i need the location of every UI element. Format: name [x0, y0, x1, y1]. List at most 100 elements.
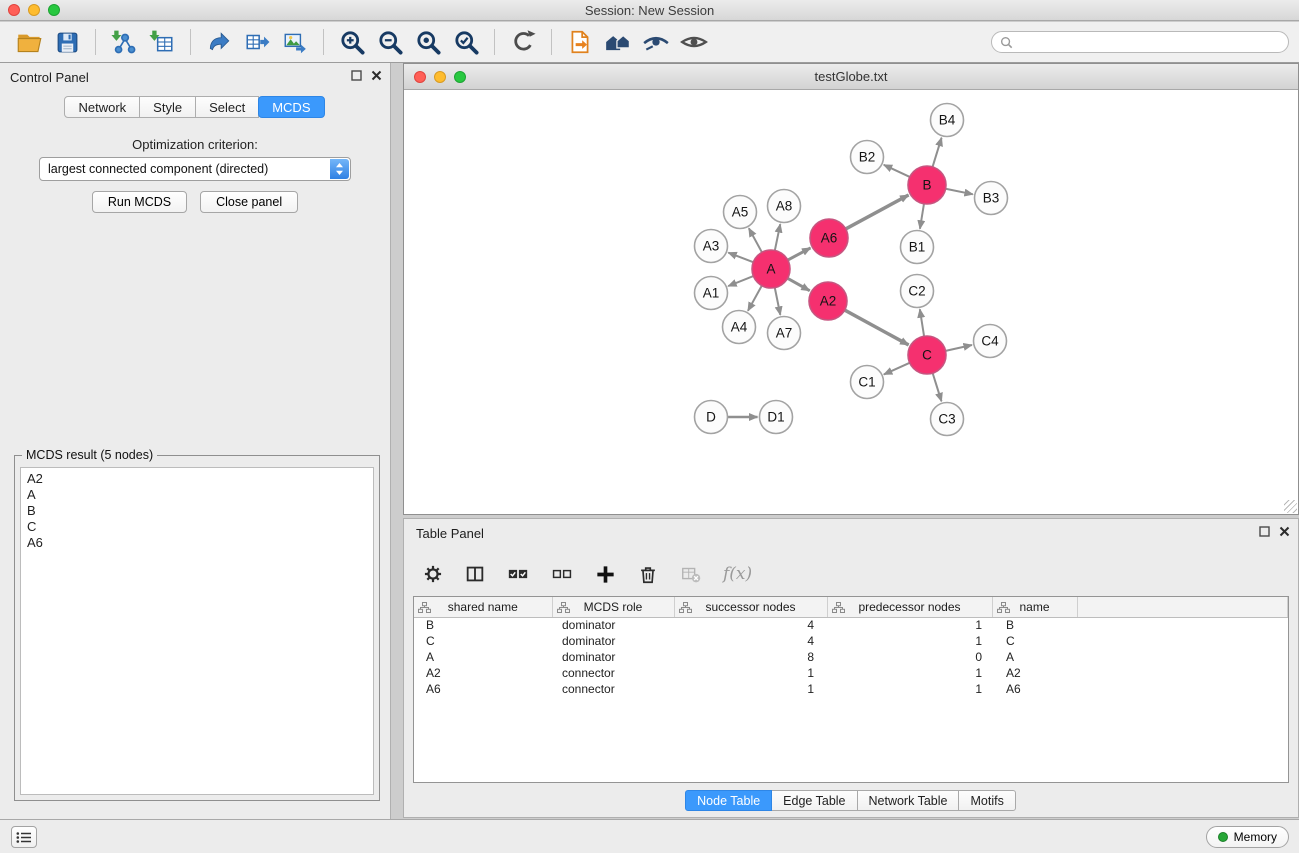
network-canvas[interactable]: B4B2BB3A5A8A6B1A3AC2A1A2A4A7C4CC1C3DD1 — [404, 90, 1298, 514]
table-settings-button[interactable] — [422, 563, 444, 585]
run-mcds-button[interactable]: Run MCDS — [92, 191, 187, 213]
graph-edge-A-A6[interactable] — [788, 248, 811, 260]
column-header-name[interactable]: name — [992, 597, 1077, 617]
tab-network[interactable]: Network — [64, 96, 140, 118]
graph-edge-C-C2[interactable] — [920, 309, 924, 336]
mcds-result-item[interactable]: B — [21, 503, 373, 519]
create-column-button[interactable] — [594, 563, 617, 586]
show-graphics-button[interactable] — [678, 26, 710, 58]
close-panel-button[interactable]: Close panel — [200, 191, 298, 213]
table-cell[interactable]: dominator — [552, 617, 674, 633]
table-cell[interactable]: 1 — [674, 681, 827, 697]
import-network-button[interactable] — [108, 26, 140, 58]
table-cell[interactable]: A6 — [992, 681, 1077, 697]
table-cell[interactable]: 0 — [827, 649, 992, 665]
zoom-fit-button[interactable] — [412, 26, 444, 58]
export-network-button[interactable] — [203, 26, 235, 58]
maximize-window-button[interactable] — [48, 4, 60, 16]
table-row[interactable]: Adominator80A — [414, 649, 1288, 665]
mcds-result-item[interactable]: C — [21, 519, 373, 535]
open-session-file-button[interactable] — [564, 26, 596, 58]
float-panel-button[interactable] — [351, 70, 362, 81]
table-cell[interactable]: 1 — [827, 665, 992, 681]
mcds-result-item[interactable]: A — [21, 487, 373, 503]
table-row[interactable]: A6connector11A6 — [414, 681, 1288, 697]
graph-edge-A-A2[interactable] — [788, 278, 810, 290]
column-header-predecessor-nodes[interactable]: predecessor nodes — [827, 597, 992, 617]
table-cell[interactable]: A — [414, 649, 552, 665]
graph-edge-A2-C[interactable] — [845, 310, 909, 345]
graph-edge-A-A4[interactable] — [748, 286, 762, 311]
network-close-button[interactable] — [414, 71, 426, 83]
table-cell[interactable]: B — [414, 617, 552, 633]
mcds-result-item[interactable]: A6 — [21, 535, 373, 551]
delete-table-button[interactable] — [679, 563, 703, 585]
column-header-successor-nodes[interactable]: successor nodes — [674, 597, 827, 617]
graph-edge-A-A1[interactable] — [728, 276, 753, 286]
table-cell[interactable]: 8 — [674, 649, 827, 665]
table-cell[interactable]: dominator — [552, 633, 674, 649]
graph-edge-C-C1[interactable] — [884, 363, 910, 375]
style-preview-button[interactable] — [640, 26, 672, 58]
minimize-window-button[interactable] — [28, 4, 40, 16]
function-builder-label[interactable]: f(x) — [723, 564, 752, 584]
table-cell[interactable]: 1 — [827, 633, 992, 649]
graph-edge-B-B1[interactable] — [920, 204, 924, 229]
network-graph[interactable]: B4B2BB3A5A8A6B1A3AC2A1A2A4A7C4CC1C3DD1 — [404, 90, 1298, 514]
close-control-panel-button[interactable] — [371, 70, 382, 81]
graph-edge-A-A3[interactable] — [728, 253, 753, 263]
tab-motifs[interactable]: Motifs — [958, 790, 1015, 811]
tab-edge-table[interactable]: Edge Table — [771, 790, 857, 811]
network-maximize-button[interactable] — [454, 71, 466, 83]
tab-mcds[interactable]: MCDS — [258, 96, 324, 118]
show-columns-button[interactable] — [464, 563, 486, 585]
table-cell[interactable]: 4 — [674, 617, 827, 633]
import-table-button[interactable] — [146, 26, 178, 58]
graph-edge-A-A5[interactable] — [749, 228, 762, 252]
column-header-mcds-role[interactable]: MCDS role — [552, 597, 674, 617]
mcds-result-item[interactable]: A2 — [21, 471, 373, 487]
tab-network-table[interactable]: Network Table — [857, 790, 960, 811]
search-input[interactable] — [1018, 35, 1280, 49]
table-cell[interactable]: B — [992, 617, 1077, 633]
home-button[interactable] — [602, 26, 634, 58]
network-minimize-button[interactable] — [434, 71, 446, 83]
graph-edge-A-A8[interactable] — [775, 224, 780, 250]
zoom-selected-button[interactable] — [450, 26, 482, 58]
save-session-button[interactable] — [51, 26, 83, 58]
tab-select[interactable]: Select — [195, 96, 259, 118]
export-image-button[interactable] — [279, 26, 311, 58]
deselect-all-columns-button[interactable] — [550, 563, 574, 585]
table-cell[interactable]: A6 — [414, 681, 552, 697]
table-cell[interactable]: C — [414, 633, 552, 649]
graph-edge-A-A7[interactable] — [775, 288, 781, 315]
table-cell[interactable]: 1 — [674, 665, 827, 681]
table-cell[interactable]: 4 — [674, 633, 827, 649]
network-window-titlebar[interactable]: testGlobe.txt — [404, 64, 1298, 90]
table-cell[interactable]: A — [992, 649, 1077, 665]
show-panel-list-button[interactable] — [11, 826, 37, 848]
graph-edge-B-B2[interactable] — [884, 165, 910, 177]
mcds-result-list[interactable]: A2ABCA6 — [20, 467, 374, 795]
delete-column-button[interactable] — [637, 563, 659, 585]
table-cell[interactable]: C — [992, 633, 1077, 649]
graph-edge-A6-B[interactable] — [846, 195, 909, 229]
tab-style[interactable]: Style — [139, 96, 196, 118]
graph-edge-C-C3[interactable] — [933, 373, 942, 401]
zoom-out-button[interactable] — [374, 26, 406, 58]
table-cell[interactable]: connector — [552, 665, 674, 681]
close-window-button[interactable] — [8, 4, 20, 16]
table-cell[interactable]: 1 — [827, 681, 992, 697]
select-all-columns-button[interactable] — [506, 563, 530, 585]
zoom-in-button[interactable] — [336, 26, 368, 58]
table-cell[interactable]: connector — [552, 681, 674, 697]
float-table-panel-button[interactable] — [1259, 526, 1270, 537]
table-row[interactable]: Bdominator41B — [414, 617, 1288, 633]
memory-button[interactable]: Memory — [1206, 826, 1289, 848]
table-cell[interactable]: 1 — [827, 617, 992, 633]
graph-edge-B-B4[interactable] — [933, 138, 942, 167]
table-row[interactable]: A2connector11A2 — [414, 665, 1288, 681]
window-resize-handle[interactable] — [1284, 500, 1297, 513]
graph-edge-C-C4[interactable] — [946, 345, 972, 351]
table-cell[interactable]: A2 — [414, 665, 552, 681]
